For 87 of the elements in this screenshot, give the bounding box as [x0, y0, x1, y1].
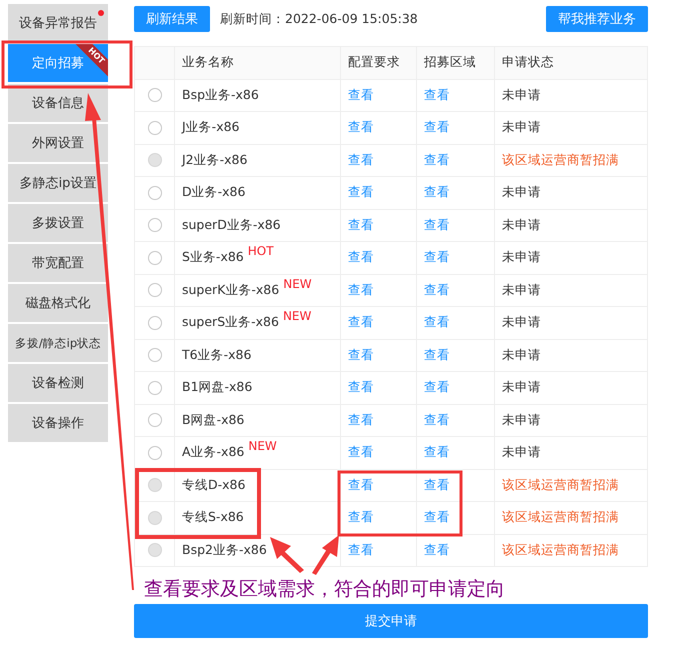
apply-status: 未申请 [502, 249, 541, 266]
service-name: Bsp业务-x86 [182, 86, 259, 104]
service-name: Bsp2业务-x86 [182, 542, 267, 559]
view-link[interactable]: 查看 [348, 346, 374, 364]
sidebar-item[interactable]: 多拨/静态ip状态 [8, 324, 108, 362]
refresh-time: 刷新时间：2022-06-09 15:05:38 [220, 10, 419, 28]
view-link[interactable]: 查看 [348, 444, 374, 462]
apply-status: 该区域运营商暂招满 [502, 542, 619, 559]
row-radio[interactable] [148, 413, 162, 428]
annotation-arrow [312, 535, 339, 575]
apply-status: 未申请 [502, 282, 541, 299]
view-link[interactable]: 查看 [348, 184, 374, 202]
service-name: superS业务-x86 [182, 314, 279, 332]
apply-status: 未申请 [502, 314, 541, 332]
service-name: B网盘-x86 [182, 412, 244, 429]
view-link[interactable]: 查看 [424, 346, 450, 364]
row-radio[interactable] [148, 380, 162, 395]
recommend-button[interactable]: 帮我推荐业务 [546, 6, 648, 32]
apply-status: 未申请 [502, 86, 541, 104]
apply-status: 未申请 [502, 184, 541, 202]
view-link[interactable]: 查看 [424, 282, 450, 299]
sidebar-item[interactable]: 多拨设置 [8, 204, 108, 242]
view-link[interactable]: 查看 [424, 444, 450, 462]
row-radio[interactable] [148, 316, 162, 330]
service-tag: NEW [282, 309, 312, 323]
service-name: superK业务-x86 [182, 282, 280, 299]
sidebar-item[interactable]: 多静态ip设置 [8, 164, 108, 202]
apply-status: 该区域运营商暂招满 [502, 476, 619, 494]
sidebar-item[interactable]: 外网设置 [8, 124, 108, 162]
sidebar-item[interactable]: 设备检测 [8, 364, 108, 402]
service-name: J业务-x86 [182, 119, 240, 136]
column-header: 申请状态 [495, 47, 648, 80]
row-radio[interactable] [148, 218, 162, 232]
service-name: T6业务-x86 [182, 346, 252, 364]
submit-button[interactable]: 提交申请 [134, 604, 648, 638]
view-link[interactable]: 查看 [348, 314, 374, 332]
view-link[interactable]: 查看 [348, 282, 374, 299]
service-tag: NEW [248, 439, 277, 453]
apply-status: 未申请 [502, 379, 541, 396]
annotation-caption: 查看要求及区域需求，符合的即可申请定向 [144, 577, 506, 601]
apply-status: 未申请 [502, 412, 541, 429]
view-link[interactable]: 查看 [424, 412, 450, 429]
sidebar-item[interactable]: 设备操作 [8, 404, 108, 442]
view-link[interactable]: 查看 [424, 379, 450, 396]
service-name: 专线S-x86 [182, 509, 244, 526]
row-radio[interactable] [148, 186, 162, 200]
sidebar-item[interactable]: 带宽配置 [8, 244, 108, 282]
view-link[interactable]: 查看 [348, 119, 374, 136]
service-name: A业务-x86 [182, 444, 244, 462]
row-radio[interactable] [148, 348, 162, 362]
view-link[interactable]: 查看 [424, 249, 450, 266]
sidebar-item[interactable]: 设备异常报告 [8, 4, 108, 42]
apply-status: 未申请 [502, 216, 541, 234]
service-name: S业务-x86 [182, 249, 244, 266]
row-radio[interactable] [148, 120, 162, 135]
apply-status: 该区域运营商暂招满 [502, 152, 619, 169]
service-name: D业务-x86 [182, 184, 246, 202]
view-link[interactable]: 查看 [424, 314, 450, 332]
apply-status: 该区域运营商暂招满 [502, 509, 619, 526]
view-link[interactable]: 查看 [424, 184, 450, 202]
service-tag: NEW [283, 276, 312, 290]
column-header: 招募区域 [417, 47, 495, 80]
view-link[interactable]: 查看 [348, 86, 374, 104]
row-radio[interactable] [148, 88, 162, 102]
view-link[interactable]: 查看 [348, 379, 374, 396]
row-radio[interactable] [148, 446, 162, 460]
apply-status: 未申请 [502, 119, 541, 136]
row-radio[interactable] [148, 250, 162, 265]
view-link[interactable]: 查看 [348, 249, 374, 266]
service-name: B1网盘-x86 [182, 379, 252, 396]
view-link[interactable]: 查看 [348, 216, 374, 234]
service-name: 专线D-x86 [182, 476, 246, 494]
apply-status: 未申请 [502, 444, 541, 462]
annotation-arrow [270, 537, 304, 573]
view-link[interactable]: 查看 [424, 86, 450, 104]
service-name: superD业务-x86 [182, 216, 281, 234]
refresh-button[interactable]: 刷新结果 [134, 6, 210, 32]
sidebar-item[interactable]: 磁盘格式化 [8, 284, 108, 322]
column-header: 配置要求 [341, 47, 417, 80]
view-link[interactable]: 查看 [424, 216, 450, 234]
service-tag: HOT [248, 244, 274, 258]
column-header: 业务名称 [175, 47, 341, 80]
apply-status: 未申请 [502, 346, 541, 364]
view-link[interactable]: 查看 [424, 119, 450, 136]
row-radio[interactable] [148, 283, 162, 298]
view-link[interactable]: 查看 [348, 412, 374, 429]
service-name: J2业务-x86 [182, 152, 248, 169]
